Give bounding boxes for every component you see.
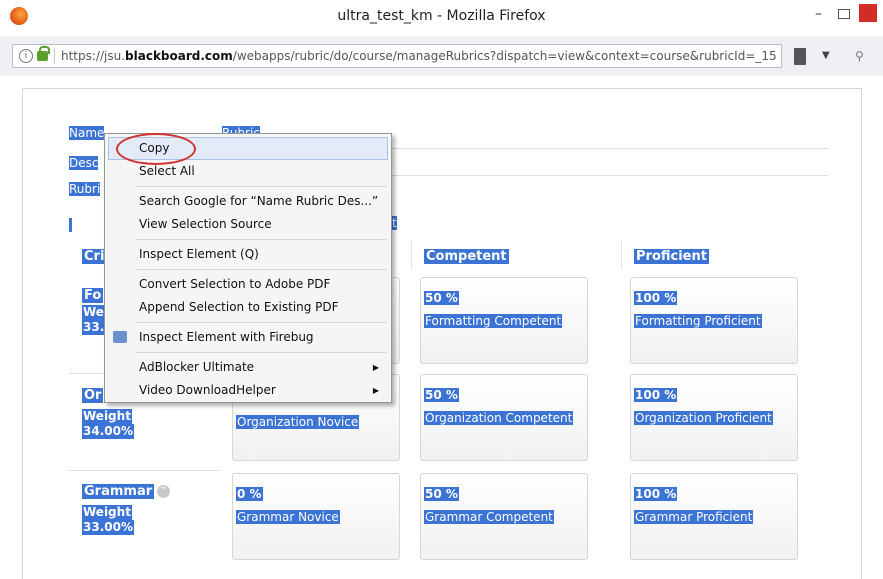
rubric-cell[interactable]: 50 % Formatting Competent (420, 277, 588, 364)
window-title: ultra_test_km - Mozilla Firefox (337, 8, 546, 24)
navigation-toolbar: i https://jsu.blackboard.com/webapps/rub… (0, 36, 883, 76)
cell-description: Grammar Competent (424, 510, 554, 524)
maximize-button[interactable] (838, 9, 850, 19)
competent-header: Competent (424, 249, 509, 264)
rubric-cell[interactable]: 50 % Organization Competent (420, 374, 588, 461)
submenu-arrow-icon: ▶ (372, 363, 379, 372)
divider (621, 240, 622, 270)
name-label: Name (69, 126, 105, 140)
cell-description: Formatting Competent (424, 314, 563, 328)
rubric-cell[interactable]: 50 % Grammar Competent (420, 473, 588, 560)
menu-item-convert-pdf[interactable]: Convert Selection to Adobe PDF (105, 273, 391, 296)
selection-fragment-text: t (392, 216, 397, 230)
proficient-header: Proficient (634, 249, 709, 264)
close-button[interactable] (859, 4, 877, 22)
url-separator (54, 48, 55, 64)
cell-description: Organization Competent (424, 411, 574, 425)
submenu-arrow-icon: ▶ (372, 386, 379, 395)
criterion-row: Grammar Weight 33.00% (82, 481, 171, 535)
criteria-header: Cri (82, 249, 107, 264)
pin-icon[interactable]: ⚲ (855, 49, 864, 63)
divider (69, 470, 219, 471)
divider (392, 175, 828, 176)
cell-percent: 100 % (634, 291, 678, 305)
menu-separator (135, 352, 387, 353)
menu-item-append-pdf[interactable]: Append Selection to Existing PDF (105, 296, 391, 319)
page-icon[interactable] (794, 48, 806, 65)
annotation-circle (116, 133, 196, 165)
menu-item-inspect-firebug[interactable]: Inspect Element with Firebug (105, 326, 391, 349)
weight-value: 33. (82, 320, 106, 335)
criterion-name: Fo (82, 288, 104, 303)
weight-label: Weight (82, 505, 132, 520)
cell-percent: 50 % (424, 291, 459, 305)
menu-separator (135, 269, 387, 270)
url-domain: blackboard.com (125, 49, 233, 63)
menu-separator (135, 239, 387, 240)
weight-label: We (82, 305, 105, 320)
criterion-name: Grammar (82, 484, 155, 499)
lock-icon[interactable] (37, 46, 50, 61)
selection-fragment (69, 218, 72, 232)
cell-percent: 50 % (424, 487, 459, 501)
rubric-cell[interactable]: 100 % Grammar Proficient (630, 473, 798, 560)
menu-item-adblocker[interactable]: AdBlocker Ultimate ▶ (105, 356, 391, 379)
menu-item-search-google[interactable]: Search Google for “Name Rubric Des...” (105, 190, 391, 213)
description-label: Desc (69, 156, 99, 170)
cell-description: Grammar Proficient (634, 510, 754, 524)
divider (411, 240, 412, 270)
cell-description: Organization Novice (236, 415, 360, 429)
cell-description: Grammar Novice (236, 510, 340, 524)
rubric-cell[interactable]: 0 % Grammar Novice (232, 473, 400, 560)
menu-item-inspect-element[interactable]: Inspect Element (Q) (105, 243, 391, 266)
menu-separator (135, 322, 387, 323)
menu-item-view-selection-source[interactable]: View Selection Source (105, 213, 391, 236)
menu-item-label: Video DownloadHelper (139, 383, 276, 397)
context-menu: Copy Select All Search Google for “Name … (104, 133, 392, 403)
url-path: /webapps/rubric/do/course/manageRubrics?… (232, 49, 776, 63)
firebug-icon (113, 331, 127, 343)
cell-percent: 100 % (634, 388, 678, 402)
chevron-down-icon[interactable]: ▼ (822, 50, 830, 61)
weight-label: Weight (82, 409, 132, 424)
minimize-button[interactable]: – (815, 6, 822, 22)
criterion-row: Fo We 33. (82, 288, 106, 335)
menu-separator (135, 186, 387, 187)
cell-percent: 50 % (424, 388, 459, 402)
cell-description: Organization Proficient (634, 411, 773, 425)
cell-percent: 100 % (634, 487, 678, 501)
cell-percent: 0 % (236, 487, 263, 501)
window-titlebar: ultra_test_km - Mozilla Firefox – (0, 0, 883, 34)
cell-description: Formatting Proficient (634, 314, 762, 328)
rubric-type-label: Rubri (69, 182, 101, 196)
rubric-cell[interactable]: 100 % Organization Proficient (630, 374, 798, 461)
url-prefix: https://jsu. (61, 49, 126, 63)
menu-item-label: AdBlocker Ultimate (139, 360, 255, 374)
menu-item-label: Inspect Element with Firebug (139, 330, 314, 344)
criterion-name: Or (82, 388, 104, 403)
url-bar[interactable]: i https://jsu.blackboard.com/webapps/rub… (12, 44, 782, 68)
menu-item-video-downloadhelper[interactable]: Video DownloadHelper ▶ (105, 379, 391, 402)
info-icon[interactable]: i (19, 49, 33, 63)
rubric-cell[interactable]: 100 % Formatting Proficient (630, 277, 798, 364)
criterion-menu-icon[interactable] (157, 481, 171, 498)
weight-value: 33.00% (82, 520, 134, 535)
url-text[interactable]: https://jsu.blackboard.com/webapps/rubri… (61, 49, 776, 63)
weight-value: 34.00% (82, 424, 134, 439)
